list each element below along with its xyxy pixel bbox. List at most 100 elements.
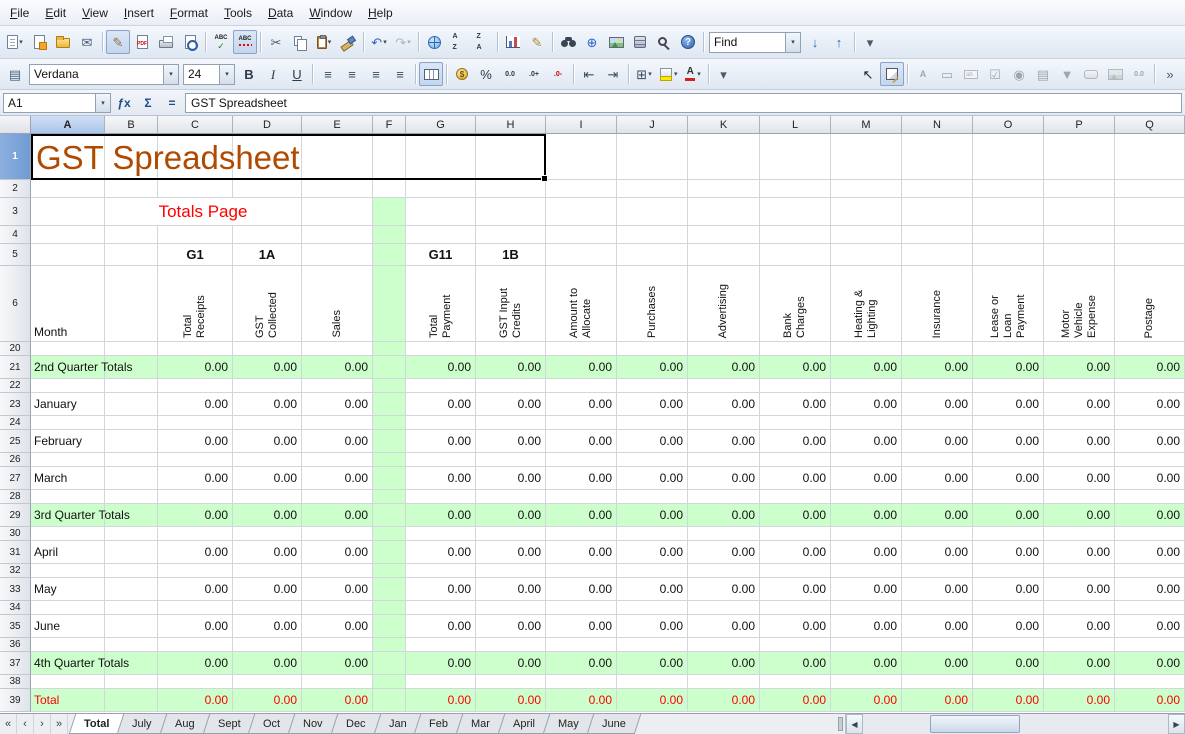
cell-M35[interactable]: 0.00 — [831, 615, 902, 638]
cell-D22[interactable] — [233, 379, 302, 393]
cell-J4[interactable] — [617, 226, 688, 244]
bold-button[interactable]: B — [237, 62, 261, 86]
cell-G21[interactable]: 0.00 — [406, 356, 476, 379]
cell-C1[interactable] — [158, 134, 233, 180]
cell-K31[interactable]: 0.00 — [688, 541, 760, 564]
cell-P23[interactable]: 0.00 — [1044, 393, 1115, 416]
cell-A35[interactable]: June — [31, 615, 105, 638]
row-header-4[interactable]: 4 — [0, 226, 31, 244]
cell-C31[interactable]: 0.00 — [158, 541, 233, 564]
column-header-A[interactable]: A — [31, 116, 105, 134]
cell-F32[interactable] — [373, 564, 406, 578]
cell-G29[interactable]: 0.00 — [406, 504, 476, 527]
cell-O5[interactable] — [973, 244, 1044, 266]
cell-F27[interactable] — [373, 467, 406, 490]
cell-H31[interactable]: 0.00 — [476, 541, 546, 564]
menu-tools[interactable]: Tools — [216, 2, 260, 24]
cell-G1[interactable] — [406, 134, 476, 180]
cell-O30[interactable] — [973, 527, 1044, 541]
cell-G25[interactable]: 0.00 — [406, 430, 476, 453]
cell-I1[interactable] — [546, 134, 617, 180]
toolbar-options-button[interactable]: ▾ — [858, 30, 882, 54]
cell-E36[interactable] — [302, 638, 373, 652]
cell-L6[interactable]: Bank Charges — [760, 266, 831, 342]
align-right-button[interactable]: ≡ — [364, 62, 388, 86]
cell-I33[interactable]: 0.00 — [546, 578, 617, 601]
cell-D21[interactable]: 0.00 — [233, 356, 302, 379]
cell-P26[interactable] — [1044, 453, 1115, 467]
cell-F1[interactable] — [373, 134, 406, 180]
document-as-email-button[interactable]: ✉ — [75, 30, 99, 54]
show-draw-functions-button[interactable]: ✎ — [525, 30, 549, 54]
formatting-options-button[interactable]: ▾ — [712, 62, 736, 86]
cell-N35[interactable]: 0.00 — [902, 615, 973, 638]
cell-B24[interactable] — [105, 416, 158, 430]
cell-K28[interactable] — [688, 490, 760, 504]
font-color-dropdown-icon[interactable]: ▾ — [697, 70, 701, 78]
cell-G35[interactable]: 0.00 — [406, 615, 476, 638]
cell-H36[interactable] — [476, 638, 546, 652]
cell-D39[interactable]: 0.00 — [233, 689, 302, 712]
cell-N28[interactable] — [902, 490, 973, 504]
new-from-template-button[interactable] — [27, 30, 51, 54]
sheet-tab-total[interactable]: Total — [69, 714, 125, 734]
cell-E6[interactable]: Sales — [302, 266, 373, 342]
underline-button[interactable]: U — [285, 62, 309, 86]
cell-N6[interactable]: Insurance — [902, 266, 973, 342]
cell-Q3[interactable] — [1115, 198, 1185, 226]
sort-ascending-button[interactable] — [446, 30, 470, 54]
cell-O24[interactable] — [973, 416, 1044, 430]
cell-C23[interactable]: 0.00 — [158, 393, 233, 416]
cell-L37[interactable]: 0.00 — [760, 652, 831, 675]
cell-B32[interactable] — [105, 564, 158, 578]
cell-C25[interactable]: 0.00 — [158, 430, 233, 453]
cell-E37[interactable]: 0.00 — [302, 652, 373, 675]
cell-D35[interactable]: 0.00 — [233, 615, 302, 638]
cell-J34[interactable] — [617, 601, 688, 615]
zoom-button[interactable] — [652, 30, 676, 54]
data-sources-button[interactable] — [628, 30, 652, 54]
cell-N33[interactable]: 0.00 — [902, 578, 973, 601]
cell-L24[interactable] — [760, 416, 831, 430]
cell-F6[interactable] — [373, 266, 406, 342]
cell-E4[interactable] — [302, 226, 373, 244]
page-preview-button[interactable] — [178, 30, 202, 54]
justified-button[interactable]: ≡ — [388, 62, 412, 86]
cell-A33[interactable]: May — [31, 578, 105, 601]
cell-L20[interactable] — [760, 342, 831, 356]
name-box-dropdown-icon[interactable]: ▾ — [95, 94, 110, 112]
cell-K21[interactable]: 0.00 — [688, 356, 760, 379]
cell-O37[interactable]: 0.00 — [973, 652, 1044, 675]
cell-F29[interactable] — [373, 504, 406, 527]
cell-Q1[interactable] — [1115, 134, 1185, 180]
cell-P32[interactable] — [1044, 564, 1115, 578]
cell-L1[interactable] — [760, 134, 831, 180]
cell-I35[interactable]: 0.00 — [546, 615, 617, 638]
cell-O38[interactable] — [973, 675, 1044, 689]
cell-I32[interactable] — [546, 564, 617, 578]
find-dropdown-icon[interactable]: ▾ — [785, 33, 800, 52]
scroll-right-button[interactable]: ▶ — [1168, 714, 1185, 734]
cell-D38[interactable] — [233, 675, 302, 689]
cell-M34[interactable] — [831, 601, 902, 615]
undo-button[interactable]: ↶▾ — [367, 30, 391, 54]
cell-A24[interactable] — [31, 416, 105, 430]
cell-F37[interactable] — [373, 652, 406, 675]
cell-A6[interactable]: Month — [31, 266, 105, 342]
cell-B6[interactable] — [105, 266, 158, 342]
cell-D31[interactable]: 0.00 — [233, 541, 302, 564]
column-header-I[interactable]: I — [546, 116, 617, 134]
cell-F31[interactable] — [373, 541, 406, 564]
cell-H39[interactable]: 0.00 — [476, 689, 546, 712]
cell-F24[interactable] — [373, 416, 406, 430]
find-previous-button[interactable]: ↑ — [827, 30, 851, 54]
cell-K33[interactable]: 0.00 — [688, 578, 760, 601]
cell-Q31[interactable]: 0.00 — [1115, 541, 1185, 564]
cell-M31[interactable]: 0.00 — [831, 541, 902, 564]
cell-O39[interactable]: 0.00 — [973, 689, 1044, 712]
first-sheet-button[interactable]: « — [0, 714, 17, 734]
next-sheet-button[interactable]: › — [34, 714, 51, 734]
cell-N4[interactable] — [902, 226, 973, 244]
cell-O35[interactable]: 0.00 — [973, 615, 1044, 638]
cell-M22[interactable] — [831, 379, 902, 393]
